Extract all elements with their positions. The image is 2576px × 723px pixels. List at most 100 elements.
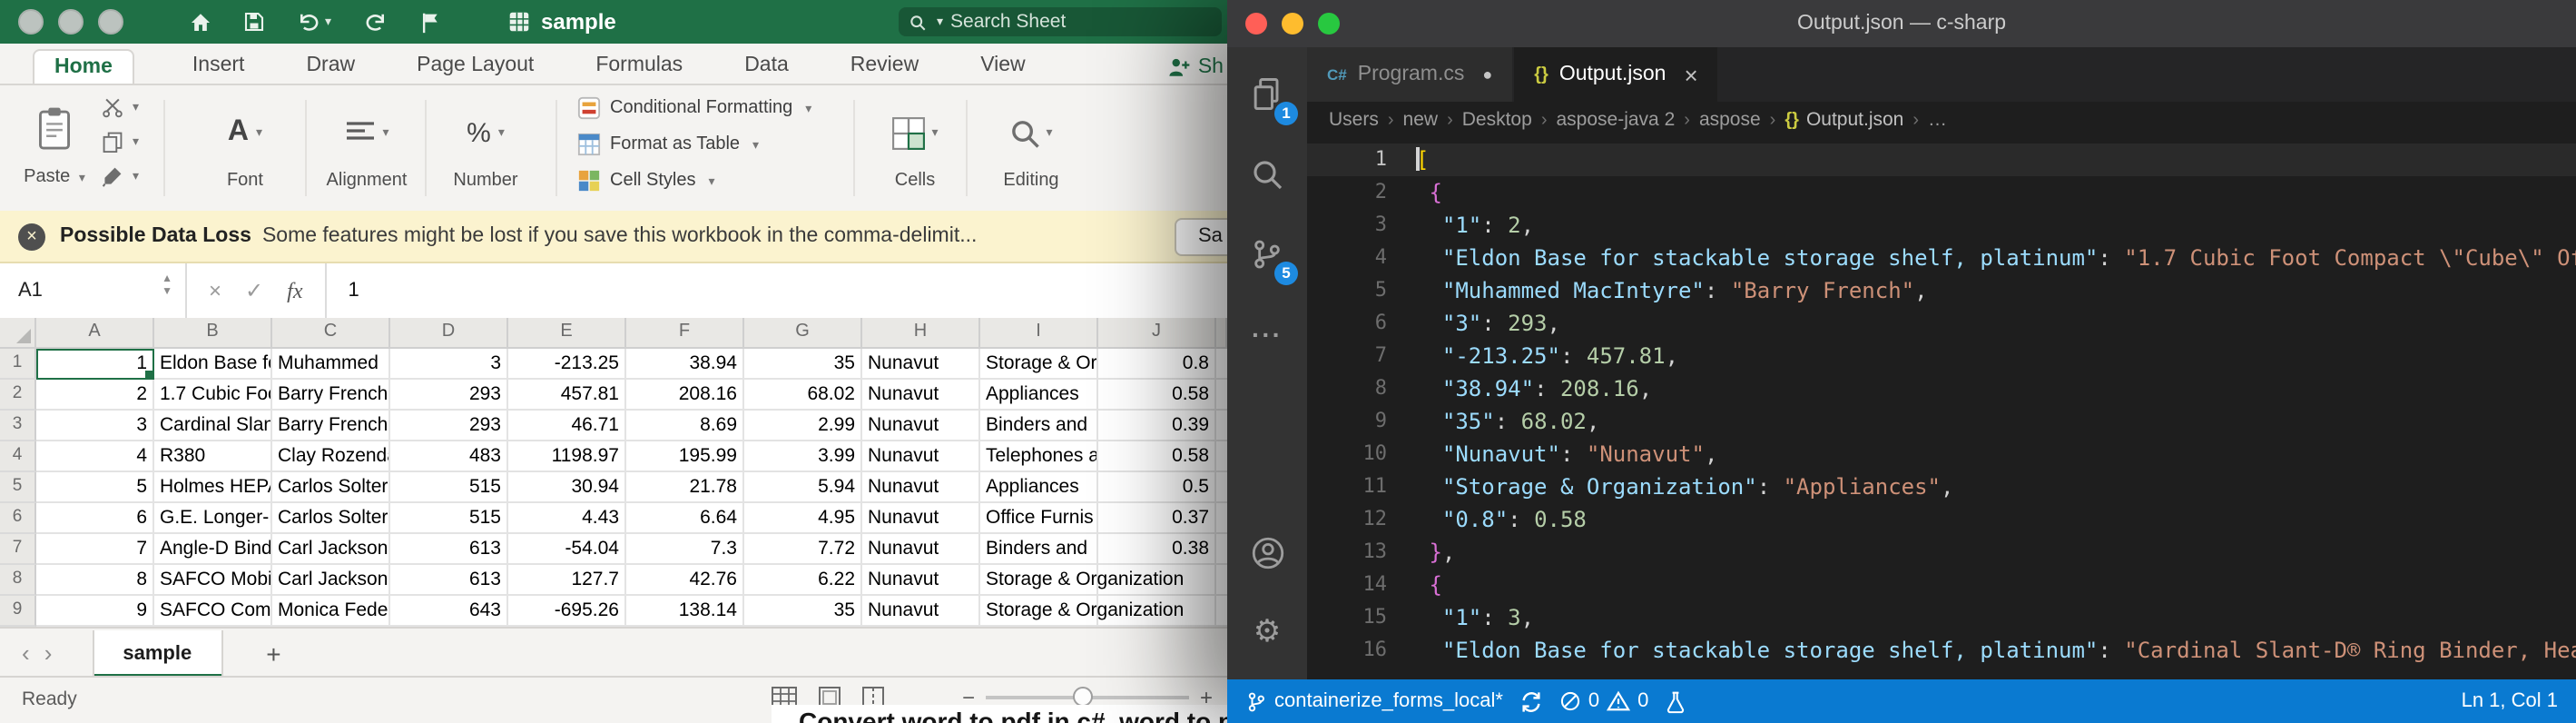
cell-J4[interactable]: 0.58 bbox=[1098, 441, 1216, 472]
code-line-2[interactable]: 2 { bbox=[1307, 176, 2576, 209]
source-control-icon[interactable]: 5 bbox=[1227, 214, 1307, 294]
cancel-icon[interactable]: × bbox=[209, 278, 221, 303]
code-line-7[interactable]: 7 "-213.25": 457.81, bbox=[1307, 340, 2576, 372]
cell-C7[interactable]: Carl Jackson bbox=[272, 534, 390, 565]
row-header-4[interactable]: 4 bbox=[0, 441, 36, 472]
cell-A7[interactable]: 7 bbox=[36, 534, 154, 565]
cell-C5[interactable]: Carlos Solter bbox=[272, 472, 390, 503]
row-header-5[interactable]: 5 bbox=[0, 472, 36, 503]
cell-B8[interactable]: SAFCO Mobi bbox=[154, 565, 272, 596]
code-editor[interactable]: 1[2 {3 "1": 2,4 "Eldon Base for stackabl… bbox=[1307, 138, 2576, 679]
cell-F3[interactable]: 8.69 bbox=[626, 411, 744, 441]
breadcrumb-item[interactable]: aspose bbox=[1699, 109, 1761, 131]
row-header-7[interactable]: 7 bbox=[0, 534, 36, 565]
cell-D6[interactable]: 515 bbox=[390, 503, 508, 534]
cell-H6[interactable]: Nunavut bbox=[862, 503, 980, 534]
cell-G5[interactable]: 5.94 bbox=[744, 472, 862, 503]
cell-E8[interactable]: 127.7 bbox=[508, 565, 626, 596]
cell-D1[interactable]: 3 bbox=[390, 349, 508, 380]
cell-A1[interactable]: 1 bbox=[36, 349, 154, 380]
column-header-B[interactable]: B bbox=[154, 318, 272, 349]
cell-B5[interactable]: Holmes HEPA bbox=[154, 472, 272, 503]
cell-J7[interactable]: 0.38 bbox=[1098, 534, 1216, 565]
row-header-9[interactable]: 9 bbox=[0, 596, 36, 627]
cursor-position[interactable]: Ln 1, Col 1 bbox=[2462, 690, 2558, 712]
enter-icon[interactable]: ✓ bbox=[245, 278, 263, 303]
cell-E4[interactable]: 1198.97 bbox=[508, 441, 626, 472]
cell-F4[interactable]: 195.99 bbox=[626, 441, 744, 472]
cell-E5[interactable]: 30.94 bbox=[508, 472, 626, 503]
cell-J5[interactable]: 0.5 bbox=[1098, 472, 1216, 503]
code-line-content[interactable]: "Nunavut": "Nunavut", bbox=[1416, 438, 1717, 470]
code-line-13[interactable]: 13 }, bbox=[1307, 536, 2576, 569]
code-line-content[interactable]: { bbox=[1416, 176, 1442, 209]
cell-B3[interactable]: Cardinal Slan bbox=[154, 411, 272, 441]
column-header-A[interactable]: A bbox=[36, 318, 154, 349]
cell-F6[interactable]: 6.64 bbox=[626, 503, 744, 534]
save-icon[interactable] bbox=[243, 11, 265, 33]
column-header-J[interactable]: J bbox=[1098, 318, 1216, 349]
row-header-2[interactable]: 2 bbox=[0, 380, 36, 411]
cell-J6[interactable]: 0.37 bbox=[1098, 503, 1216, 534]
cell-J3[interactable]: 0.39 bbox=[1098, 411, 1216, 441]
code-line-10[interactable]: 10 "Nunavut": "Nunavut", bbox=[1307, 438, 2576, 470]
cell-A6[interactable]: 6 bbox=[36, 503, 154, 534]
cell-G9[interactable]: 35 bbox=[744, 596, 862, 627]
breadcrumb-item[interactable]: new bbox=[1403, 109, 1439, 131]
format-painter-button[interactable]: ▾ bbox=[102, 165, 139, 187]
cell-E6[interactable]: 4.43 bbox=[508, 503, 626, 534]
column-header-C[interactable]: C bbox=[272, 318, 390, 349]
account-icon[interactable] bbox=[1227, 512, 1307, 592]
beaker-button[interactable] bbox=[1665, 689, 1686, 713]
cell-A9[interactable]: 9 bbox=[36, 596, 154, 627]
cell-D3[interactable]: 293 bbox=[390, 411, 508, 441]
sheet-nav-left-icon[interactable]: ‹ bbox=[22, 639, 30, 667]
cell-C3[interactable]: Barry French bbox=[272, 411, 390, 441]
zoom-window-button[interactable] bbox=[98, 9, 123, 35]
cell-C8[interactable]: Carl Jackson bbox=[272, 565, 390, 596]
select-all-corner[interactable] bbox=[0, 318, 36, 349]
column-header-H[interactable]: H bbox=[862, 318, 980, 349]
cell-I8[interactable]: Storage & Organization bbox=[980, 565, 1098, 596]
breadcrumb-tail[interactable]: … bbox=[1928, 109, 1947, 131]
cell-D4[interactable]: 483 bbox=[390, 441, 508, 472]
cell-C4[interactable]: Clay Rozenda bbox=[272, 441, 390, 472]
cell-G8[interactable]: 6.22 bbox=[744, 565, 862, 596]
ribbon-tab-draw[interactable]: Draw bbox=[302, 49, 359, 84]
formula-input[interactable]: 1 bbox=[327, 263, 359, 318]
cell-G2[interactable]: 68.02 bbox=[744, 380, 862, 411]
code-line-12[interactable]: 12 "0.8": 0.58 bbox=[1307, 503, 2576, 536]
code-line-content[interactable]: "3": 293, bbox=[1416, 307, 1560, 340]
cell-C1[interactable]: Muhammed bbox=[272, 349, 390, 380]
cell-I7[interactable]: Binders and bbox=[980, 534, 1098, 565]
cell-G7[interactable]: 7.72 bbox=[744, 534, 862, 565]
cell-E1[interactable]: -213.25 bbox=[508, 349, 626, 380]
cell-G4[interactable]: 3.99 bbox=[744, 441, 862, 472]
code-line-content[interactable]: "1": 3, bbox=[1416, 601, 1534, 634]
cell-F1[interactable]: 38.94 bbox=[626, 349, 744, 380]
close-window-button[interactable] bbox=[18, 9, 44, 35]
cell-B2[interactable]: 1.7 Cubic Foo bbox=[154, 380, 272, 411]
code-line-4[interactable]: 4 "Eldon Base for stackable storage shel… bbox=[1307, 242, 2576, 274]
cell-D9[interactable]: 643 bbox=[390, 596, 508, 627]
save-as-button[interactable]: Sa bbox=[1175, 218, 1227, 256]
cell-E9[interactable]: -695.26 bbox=[508, 596, 626, 627]
cell-D2[interactable]: 293 bbox=[390, 380, 508, 411]
name-box-stepper[interactable]: ▲▼ bbox=[162, 274, 172, 298]
insert-function-icon[interactable]: fx bbox=[287, 277, 302, 304]
cell-J1[interactable]: 0.8 bbox=[1098, 349, 1216, 380]
share-button[interactable]: Sh bbox=[1167, 56, 1224, 78]
ribbon-tab-home[interactable]: Home bbox=[33, 49, 134, 85]
code-line-content[interactable]: }, bbox=[1416, 536, 1455, 569]
search-icon[interactable] bbox=[1227, 134, 1307, 214]
code-line-content[interactable]: "Eldon Base for stackable storage shelf,… bbox=[1416, 634, 2576, 667]
code-line-content[interactable]: "Storage & Organization": "Appliances", bbox=[1416, 470, 1953, 503]
cell-A8[interactable]: 8 bbox=[36, 565, 154, 596]
code-line-15[interactable]: 15 "1": 3, bbox=[1307, 601, 2576, 634]
code-line-content[interactable]: "35": 68.02, bbox=[1416, 405, 1599, 438]
cell-I9[interactable]: Storage & Organization bbox=[980, 596, 1098, 627]
code-line-11[interactable]: 11 "Storage & Organization": "Appliances… bbox=[1307, 470, 2576, 503]
more-views-icon[interactable]: ··· bbox=[1227, 294, 1307, 374]
code-line-1[interactable]: 1[ bbox=[1307, 144, 2576, 176]
flag-icon[interactable] bbox=[418, 10, 440, 34]
